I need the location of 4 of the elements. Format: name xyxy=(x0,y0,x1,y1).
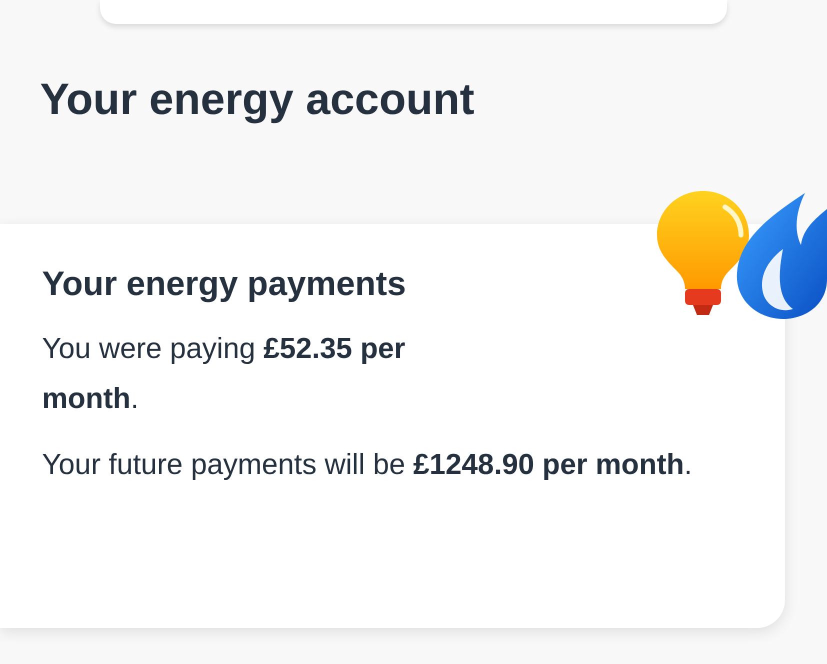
payment-text: Your future payments will be £1248.90 per month. xyxy=(42,448,694,483)
page-title: Your energy account xyxy=(40,74,474,126)
card-title: Your energy payments xyxy=(42,264,406,305)
payment-text: You were paying £52.35 per month. xyxy=(42,332,406,417)
